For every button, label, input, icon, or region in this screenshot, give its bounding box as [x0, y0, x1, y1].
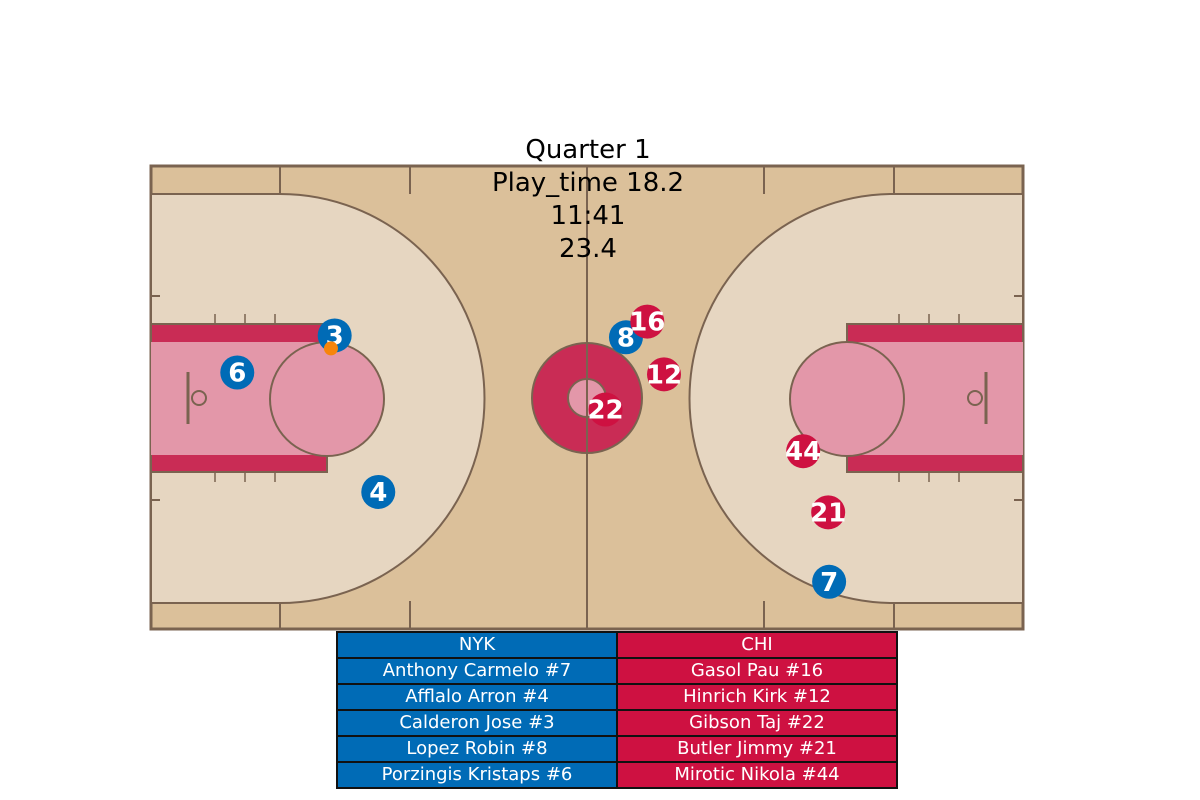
home-player-marker: 7 [812, 564, 847, 599]
away-player-marker: 22 [587, 392, 624, 427]
home-player-name: Calderon Jose #3 [336, 709, 618, 737]
play-time-label: Play_time 18.2 [491, 168, 685, 198]
away-player-marker: 12 [646, 357, 682, 392]
roster-table: NYK CHI Anthony Carmelo #7 Gasol Pau #16… [336, 631, 898, 789]
right-paint [847, 342, 1023, 455]
away-player-name: Mirotic Nikola #44 [616, 761, 898, 789]
home-player-number: 6 [228, 358, 246, 388]
away-player-number: 22 [587, 396, 623, 426]
home-team-abbr: NYK [336, 631, 618, 659]
roster-row: Calderon Jose #3 Gibson Taj #22 [336, 709, 898, 737]
home-player-name: Porzingis Kristaps #6 [336, 761, 618, 789]
ball [323, 341, 338, 356]
roster-row: Porzingis Kristaps #6 Mirotic Nikola #44 [336, 761, 898, 789]
quarter-label: Quarter 1 [525, 135, 651, 165]
home-player-name: Lopez Robin #8 [336, 735, 618, 763]
away-player-number: 44 [785, 437, 821, 467]
roster-header-row: NYK CHI [336, 631, 898, 659]
home-player-name: Afflalo Arron #4 [336, 683, 618, 711]
away-player-name: Butler Jimmy #21 [616, 735, 898, 763]
home-player-number: 7 [820, 568, 838, 598]
shot-clock: 23.4 [559, 234, 617, 264]
home-player-marker: 6 [220, 355, 255, 390]
home-player-name: Anthony Carmelo #7 [336, 657, 618, 685]
away-player-number: 21 [810, 498, 846, 528]
home-player-number: 4 [369, 478, 387, 508]
away-player-marker: 21 [810, 495, 846, 530]
away-player-number: 16 [629, 308, 665, 338]
away-player-number: 12 [646, 360, 682, 390]
game-info: Quarter 1 Play_time 18.2 11:41 23.4 [388, 134, 788, 266]
home-player-marker: 4 [361, 474, 396, 509]
away-player-name: Gasol Pau #16 [616, 657, 898, 685]
roster-row: Lopez Robin #8 Butler Jimmy #21 [336, 735, 898, 763]
roster-row: Anthony Carmelo #7 Gasol Pau #16 [336, 657, 898, 685]
away-team-abbr: CHI [616, 631, 898, 659]
away-player-marker: 16 [629, 304, 665, 339]
away-player-name: Hinrich Kirk #12 [616, 683, 898, 711]
away-player-marker: 44 [785, 434, 821, 469]
roster-row: Afflalo Arron #4 Hinrich Kirk #12 [336, 683, 898, 711]
game-clock: 11:41 [550, 201, 626, 231]
away-player-name: Gibson Taj #22 [616, 709, 898, 737]
